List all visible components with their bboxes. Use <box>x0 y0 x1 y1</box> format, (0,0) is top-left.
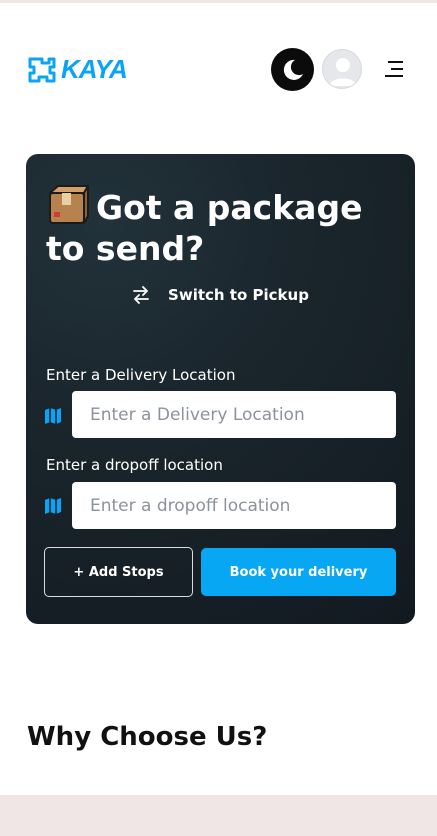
delivery-map-icon <box>45 408 61 424</box>
package-box-icon <box>49 185 89 224</box>
delivery-card: Got a package to send? Switch to Pickup … <box>26 154 415 624</box>
hero-headline: Got a package to send? <box>46 184 406 269</box>
swap-arrows-icon <box>133 286 149 304</box>
switch-label: Switch to Pickup <box>168 286 309 304</box>
logo-link[interactable]: KAYA <box>27 54 128 85</box>
hamburger-menu-icon <box>385 61 403 77</box>
delivery-location-input[interactable] <box>72 391 396 438</box>
dropoff-map-icon <box>45 498 61 514</box>
logo-text: KAYA <box>61 54 128 84</box>
user-avatar-button[interactable] <box>322 49 362 89</box>
logo-mark-icon <box>28 57 56 82</box>
add-stops-button[interactable]: + Add Stops <box>44 547 193 597</box>
switch-to-pickup-button[interactable]: Switch to Pickup <box>26 286 415 304</box>
dropoff-location-input[interactable] <box>72 482 396 529</box>
user-avatar-icon <box>329 58 357 86</box>
book-delivery-button[interactable]: Book your delivery <box>201 548 396 596</box>
moon-icon <box>283 59 303 80</box>
next-section-band <box>0 795 437 836</box>
dropoff-location-label: Enter a dropoff location <box>46 456 223 474</box>
delivery-location-label: Enter a Delivery Location <box>46 366 236 384</box>
top-divider <box>0 0 437 3</box>
theme-toggle-button[interactable] <box>271 48 314 91</box>
menu-button[interactable] <box>384 59 404 79</box>
hero-title: Got a package to send? <box>46 188 363 268</box>
site-header: KAYA <box>0 40 437 98</box>
why-choose-us-heading: Why Choose Us? <box>27 722 268 752</box>
